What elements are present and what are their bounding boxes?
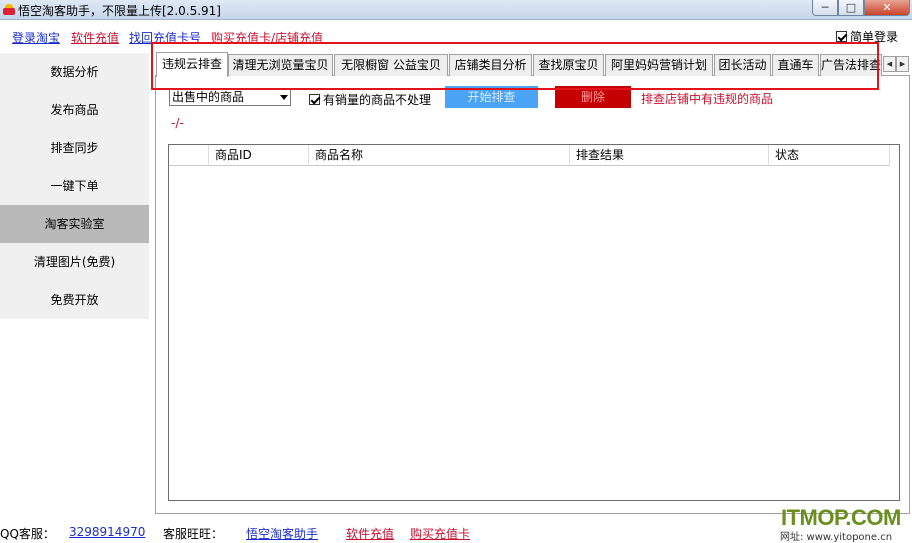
window-title: 悟空淘客助手，不限量上传[2.0.5.91] (18, 4, 221, 18)
tab-strip: 违规云排查 清理无浏览量宝贝 无限橱窗 公益宝贝 店铺类目分析 查找原宝贝 阿里… (155, 52, 910, 77)
qq-number-link[interactable]: 3298914970 (69, 525, 145, 539)
tab-category-analysis[interactable]: 店铺类目分析 (449, 54, 532, 76)
tab-ad-law-check[interactable]: 广告法排查 (820, 54, 882, 76)
column-header-result[interactable]: 排查结果 (570, 145, 769, 166)
column-header-status[interactable]: 状态 (769, 145, 890, 166)
sidebar: 数据分析 发布商品 排查同步 一键下单 淘客实验室 清理图片(免费) 免费开放 (0, 53, 149, 319)
tab-find-original[interactable]: 查找原宝贝 (533, 54, 604, 76)
column-header-select[interactable] (169, 145, 209, 166)
sidebar-item-check-sync[interactable]: 排查同步 (0, 129, 149, 167)
app-icon (2, 3, 16, 17)
bottom-recharge-link[interactable]: 软件充值 (346, 525, 394, 542)
simple-login-toggle[interactable]: 简单登录 (836, 28, 898, 45)
results-table[interactable]: 商品ID 商品名称 排查结果 状态 (168, 144, 900, 501)
sidebar-item-clean-images[interactable]: 清理图片(免费) (0, 243, 149, 281)
close-button[interactable]: ✕ (864, 0, 910, 16)
chevron-down-icon (280, 95, 288, 100)
wangwang-label: 客服旺旺： (163, 527, 224, 541)
watermark-site: 网址: www.yitopone.cn (780, 532, 893, 543)
tab-unlimited-showcase[interactable]: 无限橱窗 公益宝贝 (334, 54, 448, 76)
title-bar: 悟空淘客助手，不限量上传[2.0.5.91] ─ □ ✕ (0, 0, 912, 20)
software-recharge-link[interactable]: 软件充值 (71, 29, 119, 46)
tab-scroll-left-icon[interactable]: ◀ (883, 56, 896, 72)
simple-login-label: 简单登录 (850, 30, 899, 44)
progress-counter: -/- (171, 116, 184, 130)
tab-alimama-plan[interactable]: 阿里妈妈营销计划 (605, 54, 713, 76)
minimize-button[interactable]: ─ (812, 0, 838, 16)
bottom-buy-card-link[interactable]: 购买充值卡 (410, 525, 470, 542)
start-check-button[interactable]: 开始排查 (445, 86, 538, 108)
tab-scroll-right-icon[interactable]: ▶ (896, 56, 909, 72)
sidebar-item-one-click-order[interactable]: 一键下单 (0, 167, 149, 205)
delete-button[interactable]: 删除 (555, 86, 631, 108)
simple-login-checkbox[interactable] (836, 31, 847, 42)
buy-card-link[interactable]: 购买充值卡/店铺充值 (211, 29, 323, 46)
tab-group-activity[interactable]: 团长活动 (714, 54, 771, 76)
sidebar-item-data-analysis[interactable]: 数据分析 (0, 53, 149, 91)
tab-clean-no-views[interactable]: 清理无浏览量宝贝 (228, 54, 333, 76)
table-header: 商品ID 商品名称 排查结果 状态 (169, 145, 890, 166)
column-header-product-id[interactable]: 商品ID (209, 145, 309, 166)
status-bar: QQ客服： 3298914970 客服旺旺： 悟空淘客助手 软件充值 购买充值卡 (0, 522, 912, 543)
product-status-value: 出售中的商品 (172, 90, 245, 104)
qq-label: QQ客服： (0, 527, 55, 541)
top-link-bar: 登录淘宝 软件充值 找回充值卡号 购买充值卡/店铺充值 (0, 26, 912, 46)
sidebar-item-publish[interactable]: 发布商品 (0, 91, 149, 129)
column-header-product-name[interactable]: 商品名称 (309, 145, 570, 166)
skip-sold-toggle[interactable]: 有销量的商品不处理 (309, 91, 431, 108)
skip-sold-label: 有销量的商品不处理 (323, 93, 432, 107)
product-status-select[interactable]: 出售中的商品 (169, 89, 291, 106)
check-hint: 排查店铺中有违规的商品 (641, 92, 774, 106)
tab-through-train[interactable]: 直通车 (772, 54, 819, 76)
maximize-button[interactable]: □ (838, 0, 864, 16)
sidebar-item-lab[interactable]: 淘客实验室 (0, 205, 149, 243)
sidebar-item-free-open[interactable]: 免费开放 (0, 281, 149, 319)
wangwang-link[interactable]: 悟空淘客助手 (246, 525, 318, 542)
recover-card-link[interactable]: 找回充值卡号 (129, 29, 201, 46)
tab-violation-check[interactable]: 违规云排查 (156, 52, 228, 77)
login-taobao-link[interactable]: 登录淘宝 (12, 29, 60, 46)
skip-sold-checkbox[interactable] (309, 94, 320, 105)
